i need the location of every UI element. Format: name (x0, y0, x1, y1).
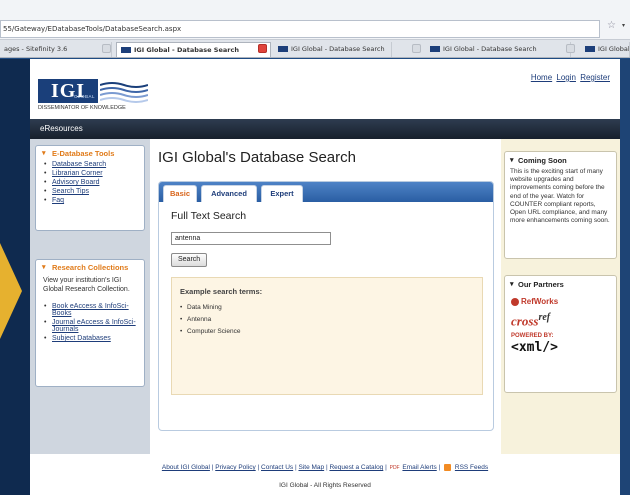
research-collections-title[interactable]: Research Collections (36, 260, 144, 274)
footer-link-catalog[interactable]: Request a Catalog (329, 464, 383, 471)
close-tab-icon[interactable] (412, 44, 421, 53)
logo-global-text: GLOBAL (74, 94, 96, 99)
page-title: IGI Global's Database Search (158, 149, 356, 166)
coming-soon-text: This is the exciting start of many websi… (510, 168, 610, 225)
favicon-icon (278, 46, 288, 52)
search-input[interactable] (171, 232, 331, 245)
footer-link-sitemap[interactable]: Site Map (298, 464, 324, 471)
bookmark-star-icon[interactable]: ☆ (607, 20, 616, 31)
partners-box: Our Partners RefWorks crossref POWERED B… (504, 275, 617, 393)
logo-mark: IGI (38, 79, 98, 103)
copyright-text: IGI Global - All Rights Reserved (279, 482, 371, 489)
search-tab-panel: Basic Advanced Expert Full Text Search S… (158, 181, 494, 431)
home-link[interactable]: Home (531, 73, 552, 82)
research-collections-list: Book eAccess & InfoSci-Books Journal eAc… (36, 302, 144, 347)
logo-waves-icon (100, 82, 148, 103)
browser-tab[interactable]: ages - Sitefinity 3.6 (0, 42, 112, 57)
tab-label: IGI Global - Database Search (291, 45, 385, 53)
footer-link-contact[interactable]: Contact Us (261, 464, 293, 471)
register-link[interactable]: Register (580, 73, 610, 82)
coming-soon-title[interactable]: Coming Soon (505, 152, 616, 167)
full-text-search-title: Full Text Search (171, 210, 247, 222)
nav-bar: eResources (30, 119, 620, 139)
tab-label: ages - Sitefinity 3.6 (4, 45, 68, 53)
login-link[interactable]: Login (556, 73, 576, 82)
favicon-icon (121, 47, 131, 53)
tab-label: IGI Global (598, 45, 630, 53)
site-header: IGI GLOBAL DISSEMINATOR OF KNOWLEDGE Hom… (30, 59, 620, 119)
gold-arrow-decoration (0, 243, 22, 339)
browser-tab[interactable]: IGI Global - Database Search (274, 42, 392, 57)
example-terms-box: Example search terms: Data Mining Antenn… (171, 277, 483, 395)
sidebar-item-faq[interactable]: Faq (44, 196, 140, 205)
footer-link-privacy[interactable]: Privacy Policy (215, 464, 255, 471)
favicon-icon (585, 46, 595, 52)
example-terms-title: Example search terms: (180, 287, 263, 296)
right-sidebar: Coming Soon This is the exciting start o… (501, 139, 620, 495)
site-frame: IGI GLOBAL DISSEMINATOR OF KNOWLEDGE Hom… (30, 59, 620, 495)
tab-basic[interactable]: Basic (163, 185, 197, 202)
page-right-gutter (620, 59, 630, 495)
page-viewport: IGI GLOBAL DISSEMINATOR OF KNOWLEDGE Hom… (0, 59, 630, 495)
sidebar-item-book-eaccess[interactable]: Book eAccess & InfoSci-Books (44, 302, 140, 318)
refworks-logo[interactable]: RefWorks (511, 297, 616, 306)
left-sidebar: E-Database Tools Database Search Librari… (30, 139, 150, 495)
logo-tagline: DISSEMINATOR OF KNOWLEDGE (38, 105, 126, 111)
browser-toolbar: 55/Gateway/EDatabaseTools/DatabaseSearch… (0, 0, 630, 40)
igi-logo[interactable]: IGI GLOBAL DISSEMINATOR OF KNOWLEDGE (38, 79, 168, 113)
close-tab-icon[interactable] (102, 44, 111, 53)
footer-link-about[interactable]: About IGI Global (162, 464, 210, 471)
refworks-icon (511, 297, 519, 306)
footer-link-rss[interactable]: RSS Feeds (455, 464, 488, 471)
search-button[interactable]: Search (171, 253, 208, 267)
rss-icon (444, 464, 452, 471)
address-bar[interactable]: 55/Gateway/EDatabaseTools/DatabaseSearch… (0, 20, 600, 38)
sidebar-item-database-search[interactable]: Database Search (44, 160, 140, 169)
footer-link-email-alerts[interactable]: Email Alerts (402, 464, 436, 471)
partners-title[interactable]: Our Partners (505, 276, 616, 291)
crossref-sup: ref (538, 312, 551, 323)
pdf-icon: PDF (389, 464, 400, 471)
favicon-icon (430, 46, 440, 52)
powered-by-label: POWERED BY: (511, 333, 554, 340)
close-tab-icon[interactable] (566, 44, 575, 53)
xml-logo[interactable]: <xml/> (511, 340, 616, 355)
browser-tab[interactable]: IGI Global (581, 42, 630, 57)
edatabase-tools-title[interactable]: E-Database Tools (36, 146, 144, 160)
edatabase-tools-list: Database Search Librarian Corner Advisor… (36, 160, 144, 209)
chevron-down-icon[interactable]: ▾ (622, 22, 625, 29)
account-links: Home Login Register (529, 73, 610, 82)
crossref-logo[interactable]: crossref (511, 312, 616, 329)
footer-links: About IGI Global | Privacy Policy | Cont… (161, 464, 489, 472)
sidebar-item-search-tips[interactable]: Search Tips (44, 187, 140, 196)
coming-soon-box: Coming Soon This is the exciting start o… (504, 151, 617, 259)
example-terms-list: Data Mining Antenna Computer Science (180, 304, 240, 340)
tab-label: IGI Global - Database Search (443, 45, 537, 53)
tab-expert[interactable]: Expert (261, 185, 303, 202)
edatabase-tools-box: E-Database Tools Database Search Librari… (35, 145, 145, 231)
main-content: IGI Global's Database Search Basic Advan… (150, 139, 501, 495)
close-tab-icon[interactable] (258, 44, 267, 53)
crossref-label: cross (511, 313, 539, 329)
tab-label: IGI Global - Database Search (134, 46, 239, 54)
example-term: Data Mining (180, 304, 240, 311)
sidebar-item-subject-databases[interactable]: Subject Databases (44, 334, 140, 343)
example-term: Antenna (180, 316, 240, 323)
browser-tab-active[interactable]: IGI Global - Database Search (116, 42, 271, 57)
research-collections-box: Research Collections View your instituti… (35, 259, 145, 387)
sidebar-item-librarian-corner[interactable]: Librarian Corner (44, 169, 140, 178)
tab-strip: ages - Sitefinity 3.6 IGI Global - Datab… (0, 40, 630, 58)
example-term: Computer Science (180, 328, 240, 335)
refworks-label: RefWorks (521, 297, 559, 306)
sidebar-item-journal-eaccess[interactable]: Journal eAccess & InfoSci-Journals (44, 318, 140, 334)
search-tab-bar: Basic Advanced Expert (159, 182, 493, 202)
nav-eresources[interactable]: eResources (40, 124, 83, 133)
research-collections-description: View your institution's IGI Global Resea… (43, 277, 130, 293)
sidebar-item-advisory-board[interactable]: Advisory Board (44, 178, 140, 187)
browser-tab[interactable]: IGI Global - Database Search (426, 42, 571, 57)
tab-advanced[interactable]: Advanced (201, 185, 257, 202)
site-footer: About IGI Global | Privacy Policy | Cont… (30, 454, 620, 495)
